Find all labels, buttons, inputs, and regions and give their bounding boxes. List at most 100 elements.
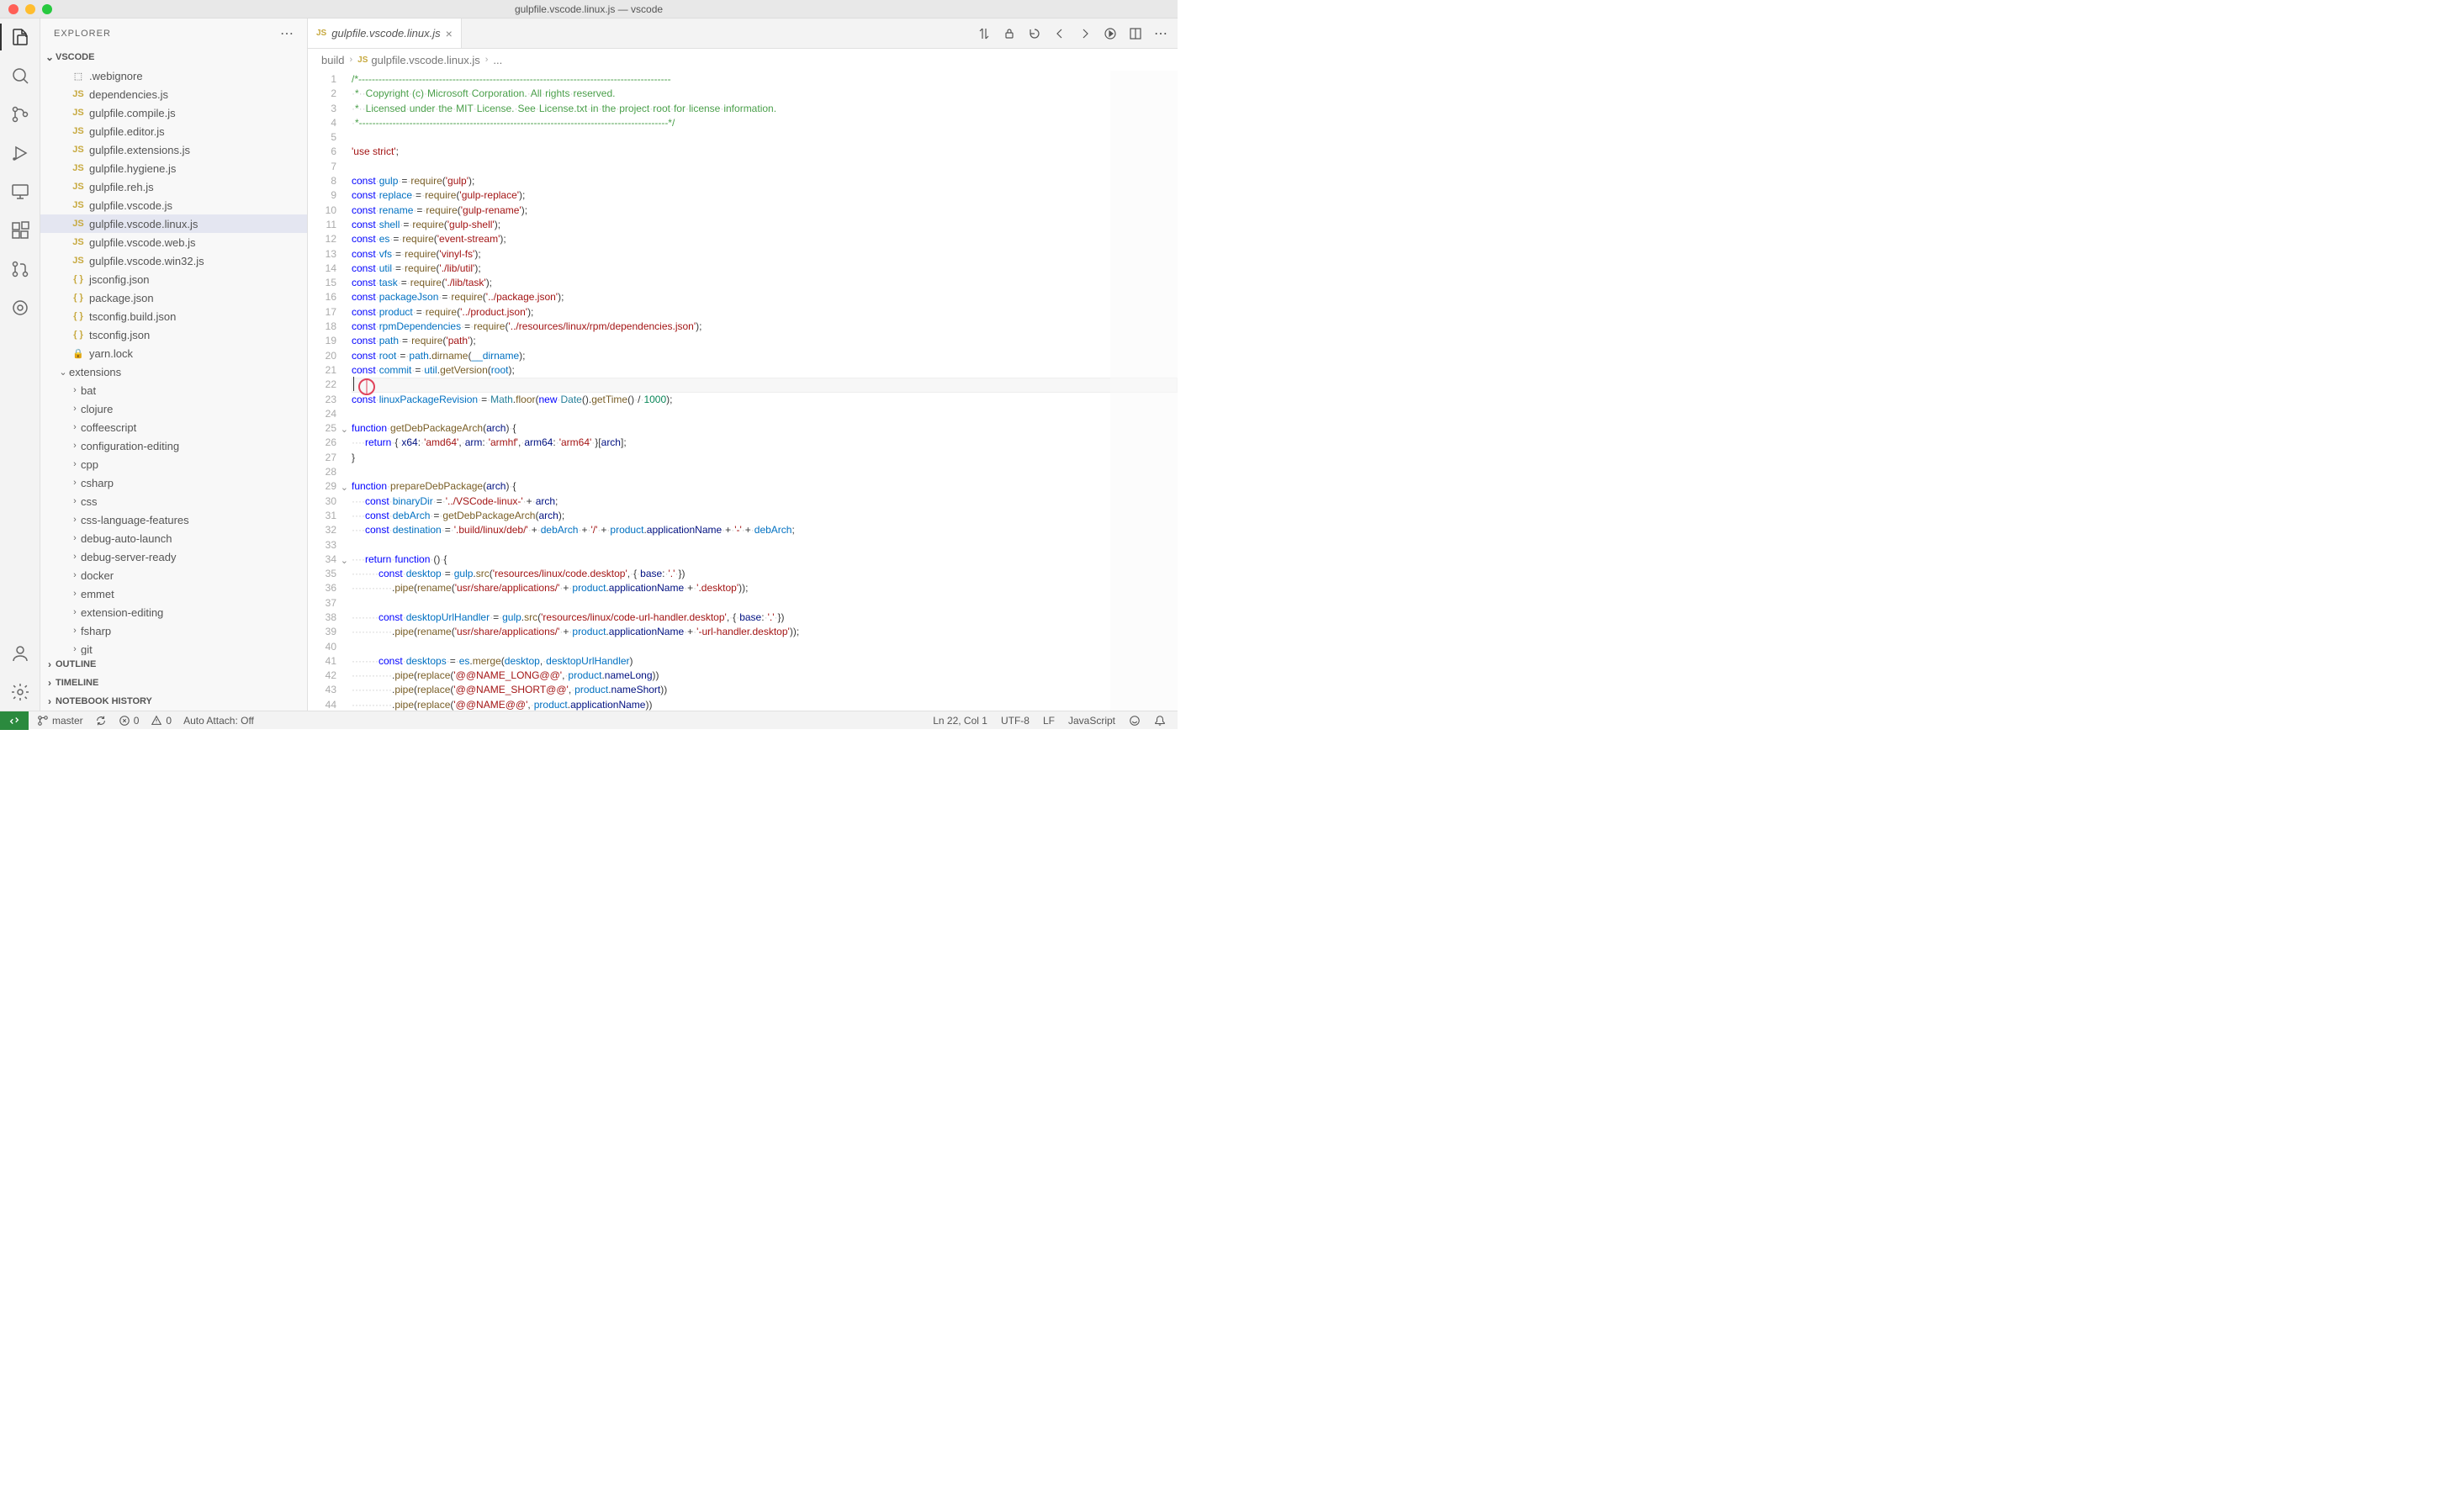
traffic-lights (0, 4, 52, 14)
extensions-icon[interactable] (8, 219, 32, 242)
eol[interactable]: LF (1043, 715, 1055, 727)
chevron-down-icon: ⌄ (44, 51, 56, 63)
timeline-section[interactable]: › TIMELINE (40, 674, 307, 692)
file-gulpfile.hygiene.js[interactable]: JSgulpfile.hygiene.js (40, 159, 307, 177)
go-back-icon[interactable] (1028, 27, 1041, 40)
minimap[interactable] (1110, 71, 1178, 711)
js-file-icon: JS (357, 56, 368, 65)
tab-label: gulpfile.vscode.linux.js (331, 27, 440, 40)
problems-errors[interactable]: 0 (119, 715, 140, 727)
language-mode[interactable]: JavaScript (1068, 715, 1115, 727)
file-gulpfile.extensions.js[interactable]: JSgulpfile.extensions.js (40, 140, 307, 159)
gear-icon[interactable] (8, 680, 32, 704)
activity-bar (0, 19, 40, 711)
file-gulpfile.vscode.web.js[interactable]: JSgulpfile.vscode.web.js (40, 233, 307, 251)
auto-attach[interactable]: Auto Attach: Off (183, 715, 254, 727)
chevron-right-icon: › (44, 677, 56, 689)
editor-actions: ⋯ (977, 19, 1178, 48)
tab-bar: JS gulpfile.vscode.linux.js × ⋯ (308, 19, 1178, 49)
workspace-name: VSCODE (56, 52, 94, 62)
file-yarn.lock[interactable]: 🔒yarn.lock (40, 344, 307, 362)
folder-css[interactable]: ›css (40, 492, 307, 510)
code-content[interactable]: /*--------------------------------------… (352, 71, 1178, 711)
git-branch[interactable]: master (37, 715, 83, 727)
run-icon[interactable] (1104, 27, 1117, 40)
editor: JS gulpfile.vscode.linux.js × ⋯ build › … (308, 19, 1178, 711)
more-icon[interactable]: ⋯ (1154, 25, 1167, 42)
folder-fsharp[interactable]: ›fsharp (40, 621, 307, 640)
search-icon[interactable] (8, 64, 32, 87)
next-change-icon[interactable] (1078, 27, 1092, 40)
readonly-icon[interactable] (1003, 27, 1016, 40)
file-tsconfig.build.json[interactable]: { }tsconfig.build.json (40, 307, 307, 325)
status-bar: master 0 0 Auto Attach: Off Ln 22, Col 1… (0, 711, 1178, 729)
file-tsconfig.json[interactable]: { }tsconfig.json (40, 325, 307, 344)
notifications-icon[interactable] (1154, 715, 1166, 727)
target-icon[interactable] (8, 296, 32, 320)
line-gutter: 1234567891011121314151617181920212223242… (308, 71, 352, 711)
file-.webignore[interactable]: ⬚.webignore (40, 66, 307, 85)
outline-section[interactable]: › OUTLINE (40, 655, 307, 674)
compare-changes-icon[interactable] (977, 27, 991, 40)
split-editor-icon[interactable] (1129, 27, 1142, 40)
file-gulpfile.compile.js[interactable]: JSgulpfile.compile.js (40, 103, 307, 122)
breadcrumb-symbol[interactable]: ... (493, 54, 502, 66)
folder-extensions[interactable]: ⌄extensions (40, 362, 307, 381)
folder-emmet[interactable]: ›emmet (40, 584, 307, 603)
close-icon[interactable]: × (446, 27, 453, 40)
explorer-icon[interactable] (8, 25, 32, 49)
remote-indicator[interactable] (0, 711, 29, 730)
folder-configuration-editing[interactable]: ›configuration-editing (40, 436, 307, 455)
folder-extension-editing[interactable]: ›extension-editing (40, 603, 307, 621)
window-maximize[interactable] (42, 4, 52, 14)
account-icon[interactable] (8, 642, 32, 665)
chevron-right-icon: › (349, 55, 352, 65)
file-gulpfile.reh.js[interactable]: JSgulpfile.reh.js (40, 177, 307, 196)
folder-git[interactable]: ›git (40, 640, 307, 655)
window-minimize[interactable] (25, 4, 35, 14)
js-file-icon: JS (316, 29, 326, 38)
window-title: gulpfile.vscode.linux.js — vscode (515, 3, 663, 15)
source-control-icon[interactable] (8, 103, 32, 126)
encoding[interactable]: UTF-8 (1001, 715, 1030, 727)
github-pr-icon[interactable] (8, 257, 32, 281)
notebook-history-section[interactable]: › NOTEBOOK HISTORY (40, 692, 307, 711)
sidebar: EXPLORER ⋯ ⌄ VSCODE ⬚.webignoreJSdepende… (40, 19, 308, 711)
chevron-right-icon: › (44, 658, 56, 670)
file-jsconfig.json[interactable]: { }jsconfig.json (40, 270, 307, 288)
problems-warnings[interactable]: 0 (151, 715, 172, 727)
folder-debug-server-ready[interactable]: ›debug-server-ready (40, 547, 307, 566)
cursor-position[interactable]: Ln 22, Col 1 (933, 715, 987, 727)
file-dependencies.js[interactable]: JSdependencies.js (40, 85, 307, 103)
file-gulpfile.vscode.win32.js[interactable]: JSgulpfile.vscode.win32.js (40, 251, 307, 270)
feedback-icon[interactable] (1129, 715, 1141, 727)
folder-debug-auto-launch[interactable]: ›debug-auto-launch (40, 529, 307, 547)
breadcrumb-build[interactable]: build (321, 54, 344, 66)
folder-csharp[interactable]: ›csharp (40, 473, 307, 492)
remote-explorer-icon[interactable] (8, 180, 32, 204)
breadcrumbs[interactable]: build › JS gulpfile.vscode.linux.js › ..… (308, 49, 1178, 71)
explorer-title: EXPLORER (54, 29, 111, 39)
breadcrumb-file[interactable]: JS gulpfile.vscode.linux.js (357, 54, 480, 66)
git-sync[interactable] (95, 715, 107, 727)
window-close[interactable] (8, 4, 19, 14)
file-package.json[interactable]: { }package.json (40, 288, 307, 307)
prev-change-icon[interactable] (1053, 27, 1067, 40)
file-gulpfile.vscode.js[interactable]: JSgulpfile.vscode.js (40, 196, 307, 214)
run-debug-icon[interactable] (8, 141, 32, 165)
workspace-header[interactable]: ⌄ VSCODE (40, 48, 307, 66)
titlebar: gulpfile.vscode.linux.js — vscode (0, 0, 1178, 19)
file-tree[interactable]: ⬚.webignoreJSdependencies.jsJSgulpfile.c… (40, 66, 307, 655)
folder-coffeescript[interactable]: ›coffeescript (40, 418, 307, 436)
folder-cpp[interactable]: ›cpp (40, 455, 307, 473)
file-gulpfile.vscode.linux.js[interactable]: JSgulpfile.vscode.linux.js (40, 214, 307, 233)
explorer-more-icon[interactable]: ⋯ (280, 25, 294, 42)
folder-bat[interactable]: ›bat (40, 381, 307, 399)
tab-gulpfile-linux[interactable]: JS gulpfile.vscode.linux.js × (308, 19, 462, 48)
folder-docker[interactable]: ›docker (40, 566, 307, 584)
code-editor[interactable]: 1234567891011121314151617181920212223242… (308, 71, 1178, 711)
folder-clojure[interactable]: ›clojure (40, 399, 307, 418)
sidebar-header: EXPLORER ⋯ (40, 19, 307, 48)
file-gulpfile.editor.js[interactable]: JSgulpfile.editor.js (40, 122, 307, 140)
folder-css-language-features[interactable]: ›css-language-features (40, 510, 307, 529)
